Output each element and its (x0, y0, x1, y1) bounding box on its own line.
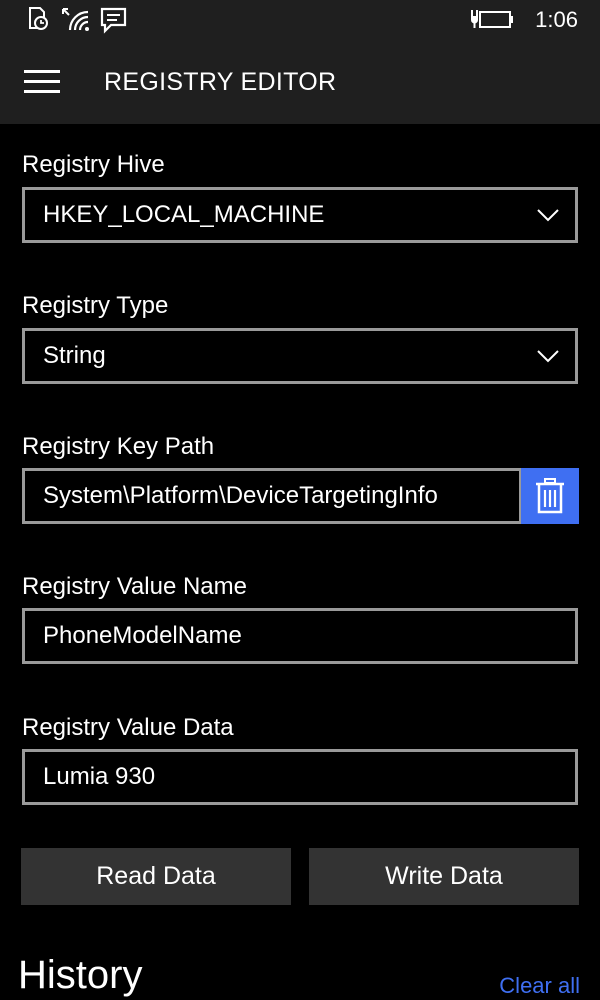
registry-value-data-input[interactable]: Lumia 930 (22, 749, 578, 805)
trash-icon (535, 478, 565, 514)
hamburger-menu-icon[interactable] (24, 70, 62, 94)
wifi-icon (60, 6, 90, 37)
status-bar: 1:06 (0, 0, 600, 40)
chevron-down-icon (537, 208, 559, 227)
read-data-button[interactable]: Read Data (21, 848, 291, 905)
write-data-button[interactable]: Write Data (309, 848, 579, 905)
registry-hive-dropdown[interactable]: HKEY_LOCAL_MACHINE (22, 187, 578, 243)
app-header: REGISTRY EDITOR (0, 40, 600, 124)
registry-value-name-label: Registry Value Name (22, 572, 247, 602)
registry-hive-label: Registry Hive (22, 150, 165, 180)
registry-value-name-input[interactable]: PhoneModelName (22, 608, 578, 664)
registry-key-path-input[interactable]: System\Platform\DeviceTargetingInfo (22, 468, 522, 524)
registry-value-data-value: Lumia 930 (43, 761, 155, 793)
registry-key-path-value: System\Platform\DeviceTargetingInfo (43, 480, 438, 512)
registry-hive-value: HKEY_LOCAL_MACHINE (43, 199, 324, 231)
battery-charging-icon (470, 8, 514, 37)
app-page: 1:06 REGISTRY EDITOR Registry Hive HKEY_… (0, 0, 600, 1000)
registry-type-label: Registry Type (22, 291, 168, 321)
registry-type-value: String (43, 340, 106, 372)
notification-clock-icon (26, 6, 50, 37)
registry-key-path-label: Registry Key Path (22, 432, 214, 462)
chevron-down-icon (537, 349, 559, 368)
page-title: REGISTRY EDITOR (104, 66, 336, 98)
history-heading: History (18, 950, 142, 1000)
message-icon (100, 6, 128, 39)
status-time: 1:06 (535, 6, 578, 34)
registry-value-data-label: Registry Value Data (22, 713, 234, 743)
clear-all-link[interactable]: Clear all (499, 972, 580, 1000)
registry-type-dropdown[interactable]: String (22, 328, 578, 384)
clear-path-button[interactable] (521, 468, 579, 524)
registry-value-name-value: PhoneModelName (43, 620, 242, 652)
